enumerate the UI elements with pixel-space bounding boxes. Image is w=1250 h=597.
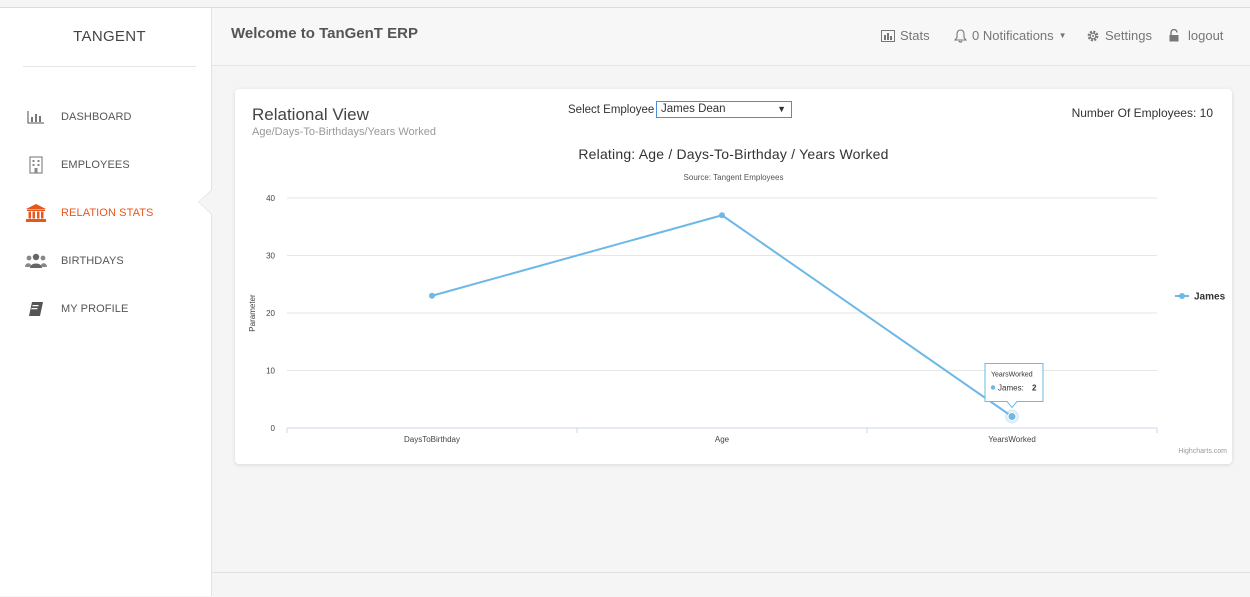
sidebar-item-birthdays[interactable]: BIRTHDAYS	[25, 249, 205, 273]
users-icon	[25, 250, 47, 272]
relational-view-card: Relational View Age/Days-To-Birthdays/Ye…	[235, 89, 1232, 464]
top-border	[0, 0, 1250, 8]
chart-credit: Highcharts.com	[1178, 448, 1227, 455]
x-tick-label: YearsWorked	[988, 435, 1036, 444]
x-tick-label: Age	[715, 435, 730, 444]
y-tick-label: 30	[266, 252, 275, 261]
logout-link[interactable]: logout	[1168, 28, 1223, 43]
unlock-icon	[1169, 29, 1179, 42]
stats-label: Stats	[900, 28, 930, 43]
y-axis-label: Parameter	[248, 294, 257, 332]
notifications-dropdown[interactable]: 0 Notifications ▼	[954, 28, 1067, 43]
legend-marker	[1179, 293, 1185, 299]
sidebar-item-label: RELATION STATS	[61, 207, 154, 219]
y-tick-label: 40	[266, 194, 275, 203]
gear-icon	[1087, 30, 1099, 41]
sidebar-item-dashboard[interactable]: DASHBOARD	[25, 105, 205, 129]
footer	[212, 572, 1250, 597]
stats-link[interactable]: Stats	[881, 28, 930, 43]
sidebar-item-label: DASHBOARD	[61, 111, 132, 123]
page-title: Welcome to TanGenT ERP	[231, 25, 418, 42]
bell-icon	[954, 28, 967, 43]
line-chart: 0 10 20 30 40 DaysToBirthday Age YearsWorked Par…	[248, 194, 1227, 455]
stats-icon	[881, 29, 895, 42]
tooltip-marker	[990, 385, 996, 390]
sidebar-item-relation-stats[interactable]: RELATION STATS	[25, 201, 205, 225]
y-tick-label: 20	[266, 309, 275, 318]
sidebar-item-my-profile[interactable]: MY PROFILE	[25, 297, 205, 321]
notifications-label: 0 Notifications	[972, 28, 1054, 43]
caret-down-icon: ▼	[1058, 31, 1067, 40]
logout-label: logout	[1188, 28, 1224, 43]
sidebar-item-label: MY PROFILE	[61, 303, 129, 315]
y-tick-label: 0	[271, 424, 276, 433]
bank-icon	[25, 202, 47, 224]
tooltip-value: 2	[1032, 384, 1037, 393]
data-point	[719, 212, 725, 219]
tooltip-category: YearsWorked	[991, 372, 1033, 379]
sidebar-item-label: EMPLOYEES	[61, 159, 130, 171]
top-header: Welcome to TanGenT ERP Stats 0 Notificat…	[212, 8, 1250, 66]
tooltip-series: James:	[998, 384, 1024, 393]
hover-point	[1007, 412, 1017, 421]
building-icon	[25, 154, 47, 176]
bar-chart-icon	[25, 106, 47, 128]
series-line	[431, 214, 1013, 418]
data-point	[429, 292, 435, 299]
legend-label: James	[1194, 292, 1226, 303]
brand-logo[interactable]: TANGENT	[23, 8, 196, 67]
settings-label: Settings	[1105, 28, 1152, 43]
active-indicator	[199, 190, 212, 214]
sidebar: TANGENT DASHBOARD EMPLOYEES RELATION STA…	[0, 8, 212, 596]
book-icon	[25, 298, 47, 320]
settings-link[interactable]: Settings	[1086, 28, 1152, 43]
x-tick-label: DaysToBirthday	[404, 435, 460, 444]
y-tick-label: 10	[266, 367, 275, 376]
sidebar-item-label: BIRTHDAYS	[61, 255, 124, 267]
sidebar-item-employees[interactable]: EMPLOYEES	[25, 153, 205, 177]
